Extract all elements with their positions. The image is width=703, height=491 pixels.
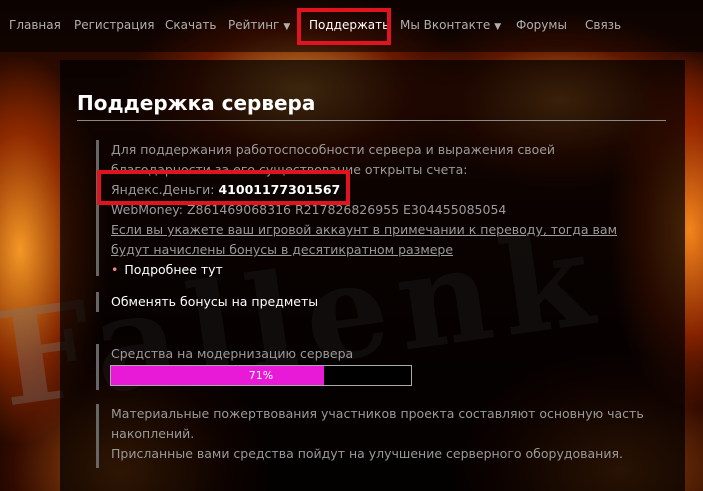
nav-item-label: Скачать <box>165 18 217 32</box>
exchange-bonuses-link[interactable]: Обменять бонусы на предметы <box>111 292 396 312</box>
nav-item-rating[interactable]: Рейтинг ▼ <box>228 18 290 32</box>
fund-label: Средства на модернизацию сервера <box>111 346 354 361</box>
chevron-down-icon: ▼ <box>494 22 502 32</box>
fund-progress-bar: 71% <box>110 365 412 386</box>
exchange-block: Обменять бонусы на предметы <box>96 292 396 312</box>
nav-item-vkontakte[interactable]: Мы Вконтакте ▼ <box>400 18 501 32</box>
note-line-2: накоплений. <box>111 426 195 441</box>
note-line-3: Присланные вами средства пойдут на улучш… <box>111 446 623 461</box>
bonus-info-link-line-2[interactable]: будут начислены бонусы в десятикратном р… <box>111 240 606 260</box>
nav-item-label: Рейтинг <box>228 18 280 32</box>
nav-highlight-box <box>297 8 391 45</box>
accounts-block: Для поддержания работоспособности сервер… <box>96 140 617 277</box>
note-line-1: Материальные пожертвования участников пр… <box>111 406 644 421</box>
page-title: Поддержка сервера <box>77 91 316 115</box>
yandex-highlight-box <box>97 170 350 205</box>
bullet-icon: • <box>111 262 119 277</box>
donation-note-block: Материальные пожертвования участников пр… <box>96 404 656 468</box>
title-divider <box>77 120 666 121</box>
nav-item-label: Связь <box>585 18 622 32</box>
nav-item-registration[interactable]: Регистрация <box>74 18 154 32</box>
bonus-info-link-line-1[interactable]: Если вы укажете ваш игровой аккаунт в пр… <box>111 220 617 240</box>
nav-item-label: Форумы <box>516 18 567 32</box>
nav-item-label: Мы Вконтакте <box>400 18 491 32</box>
nav-item-home[interactable]: Главная <box>9 18 61 32</box>
nav-item-label: Главная <box>9 18 61 32</box>
fund-progress-label: 71% <box>248 369 274 382</box>
nav-item-label: Регистрация <box>74 18 155 32</box>
nav-item-download[interactable]: Скачать <box>165 18 217 32</box>
more-info-link[interactable]: Подробнее тут <box>124 262 222 277</box>
intro-text-line-1: Для поддержания работоспособности сервер… <box>111 142 556 157</box>
more-info-item: • Подробнее тут <box>111 260 606 280</box>
nav-item-contact[interactable]: Связь <box>585 18 621 32</box>
chevron-down-icon: ▼ <box>283 22 291 32</box>
nav-item-forums[interactable]: Форумы <box>516 18 567 32</box>
